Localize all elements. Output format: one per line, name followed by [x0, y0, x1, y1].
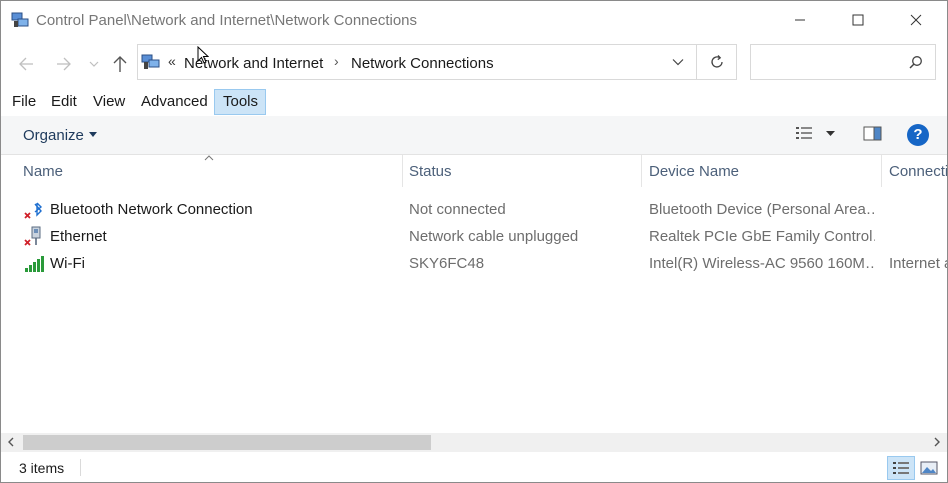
address-bar[interactable]: « Network and Internet › Network Connect… — [137, 44, 737, 80]
control-panel-icon — [141, 54, 160, 69]
view-options-caret-icon[interactable] — [826, 131, 836, 137]
menu-edit[interactable]: Edit — [43, 89, 85, 115]
scroll-right-icon[interactable] — [933, 437, 941, 447]
breadcrumb-network-connections[interactable]: Network Connections — [351, 55, 494, 72]
title-bar: Control Panel\Network and Internet\Netwo… — [1, 1, 947, 39]
preview-pane-icon[interactable] — [863, 125, 883, 143]
search-box[interactable] — [750, 44, 936, 80]
list-item[interactable]: Wi-Fi SKY6FC48 Intel(R) Wireless-AC 9560… — [1, 251, 947, 278]
item-count: 3 items — [19, 460, 65, 476]
connection-status: Network cable unplugged — [409, 228, 579, 245]
up-arrow-icon — [113, 56, 127, 72]
back-arrow-icon — [19, 57, 33, 71]
explorer-window: Control Panel\Network and Internet\Netwo… — [0, 0, 948, 483]
connection-connectivity: Internet a — [889, 255, 948, 272]
mouse-cursor-icon — [197, 46, 209, 64]
address-dropdown-button[interactable] — [660, 45, 696, 79]
ethernet-icon — [24, 226, 41, 246]
address-overflow-chevron[interactable]: « — [168, 53, 176, 69]
close-icon — [910, 14, 922, 26]
scrollbar-thumb[interactable] — [23, 435, 431, 450]
refresh-button[interactable] — [696, 45, 737, 79]
scroll-left-icon[interactable] — [7, 437, 15, 447]
caret-down-icon — [88, 132, 97, 137]
column-header-status[interactable]: Status — [401, 155, 642, 187]
breadcrumb-separator[interactable]: › — [334, 53, 339, 69]
forward-button[interactable] — [53, 51, 75, 77]
network-connections-icon — [11, 12, 29, 27]
command-bar: Organize ? — [1, 116, 947, 155]
connection-name: Ethernet — [50, 228, 107, 245]
connection-device: Intel(R) Wireless-AC 9560 160M… — [649, 255, 875, 272]
bluetooth-network-icon — [24, 202, 43, 219]
minimize-icon — [795, 19, 805, 21]
search-icon[interactable] — [909, 55, 923, 69]
connection-name: Bluetooth Network Connection — [50, 201, 253, 218]
navigation-bar: « Network and Internet › Network Connect… — [1, 41, 947, 87]
column-header-connectivity[interactable]: Connecti — [881, 155, 947, 187]
large-icons-view-button[interactable] — [915, 456, 943, 480]
menu-file[interactable]: File — [4, 89, 44, 115]
window-title: Control Panel\Network and Internet\Netwo… — [36, 12, 418, 29]
recent-locations-button[interactable] — [87, 51, 101, 77]
connection-name: Wi-Fi — [50, 255, 85, 272]
maximize-button[interactable] — [829, 1, 887, 39]
chevron-down-icon — [672, 59, 684, 66]
connection-device: Realtek PCIe GbE Family Control… — [649, 228, 875, 245]
status-bar: 3 items — [1, 453, 947, 482]
change-view-icon[interactable] — [795, 125, 815, 143]
sort-ascending-icon — [204, 155, 214, 161]
maximize-icon — [852, 14, 864, 26]
column-header-device-name[interactable]: Device Name — [641, 155, 882, 187]
list-item[interactable]: Bluetooth Network Connection Not connect… — [1, 197, 947, 224]
horizontal-scrollbar[interactable] — [1, 433, 947, 452]
column-headers: Name Status Device Name Connecti — [1, 155, 947, 189]
details-view-button[interactable] — [887, 456, 915, 480]
refresh-icon — [711, 55, 723, 68]
up-button[interactable] — [109, 51, 131, 77]
help-button[interactable]: ? — [907, 124, 929, 146]
connection-device: Bluetooth Device (Personal Area… — [649, 201, 875, 218]
details-view-icon — [893, 462, 909, 474]
connection-status: SKY6FC48 — [409, 255, 485, 272]
status-divider — [80, 459, 81, 476]
organize-label: Organize — [23, 127, 84, 144]
connection-status: Not connected — [409, 201, 506, 218]
back-button[interactable] — [15, 51, 37, 77]
list-item[interactable]: Ethernet Network cable unplugged Realtek… — [1, 224, 947, 251]
menu-view[interactable]: View — [85, 89, 133, 115]
close-button[interactable] — [887, 1, 945, 39]
wifi-signal-icon — [25, 256, 44, 272]
organize-button[interactable]: Organize — [23, 127, 97, 144]
menu-bar: File Edit View Advanced Tools — [1, 89, 947, 115]
chevron-down-icon — [89, 61, 99, 67]
large-icons-view-icon — [920, 461, 938, 475]
forward-arrow-icon — [57, 57, 71, 71]
search-input[interactable] — [757, 52, 901, 74]
menu-tools[interactable]: Tools — [214, 89, 266, 115]
menu-advanced[interactable]: Advanced — [133, 89, 216, 115]
minimize-button[interactable] — [771, 1, 829, 39]
